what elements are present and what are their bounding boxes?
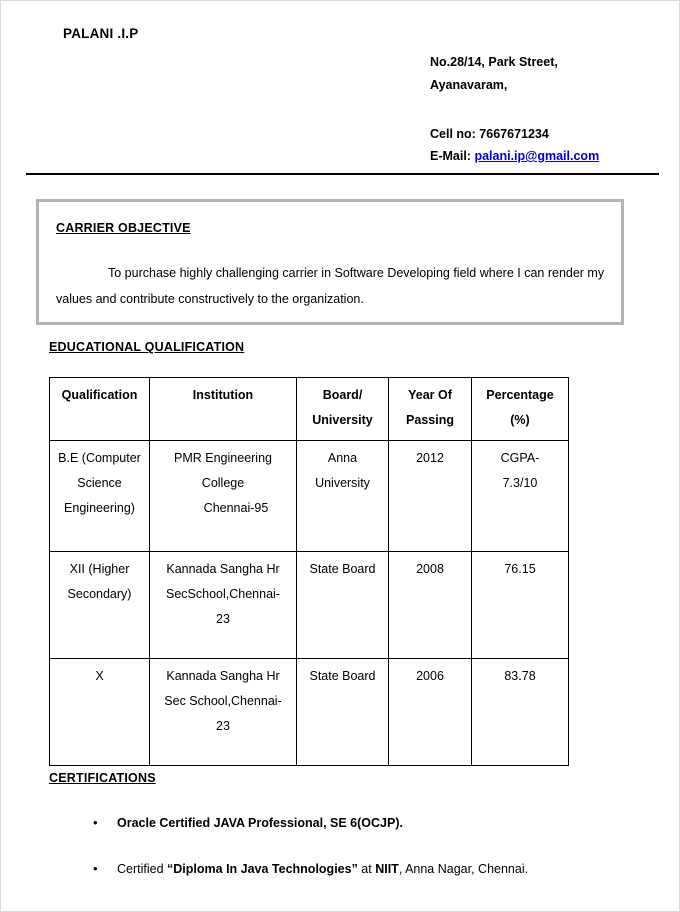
cell-qualification: B.E (Computer Science Engineering) bbox=[49, 440, 150, 552]
header-line: Qualification bbox=[61, 388, 138, 402]
email-label: E-Mail: bbox=[430, 149, 471, 163]
education-table-body: B.E (Computer Science Engineering) PMR E… bbox=[49, 440, 569, 766]
cell-year: 2006 bbox=[388, 658, 472, 766]
resume-page: PALANI .I.P No.28/14, Park Street, Ayana… bbox=[0, 0, 680, 912]
education-table-header: Qualification Institution Board/ Univers… bbox=[49, 377, 569, 441]
header-line: Passing bbox=[406, 413, 454, 427]
cell-board: Anna University bbox=[296, 440, 389, 552]
cell-percentage: CGPA- 7.3/10 bbox=[471, 440, 569, 552]
cell-institution: PMR Engineering College Chennai-95 bbox=[149, 440, 297, 552]
cell-year: 2008 bbox=[388, 551, 472, 659]
bullet-icon: • bbox=[93, 861, 98, 876]
text-segment: at bbox=[357, 862, 376, 876]
certifications-list: • Oracle Certified JAVA Professional, SE… bbox=[93, 813, 613, 905]
carrier-objective-heading: CARRIER OBJECTIVE bbox=[56, 221, 191, 235]
cell-number: Cell no: 7667671234 bbox=[430, 127, 549, 141]
header-line: Institution bbox=[192, 388, 254, 402]
certification-text: Certified “Diploma In Java Technologies”… bbox=[117, 862, 528, 876]
bullet-icon: • bbox=[93, 815, 98, 830]
certification-text: Oracle Certified JAVA Professional, SE 6… bbox=[117, 816, 403, 830]
percentage-line: 7.3/10 bbox=[502, 476, 538, 490]
table-header-row: Qualification Institution Board/ Univers… bbox=[49, 377, 569, 441]
table-row: B.E (Computer Science Engineering) PMR E… bbox=[49, 440, 569, 552]
header-line: University bbox=[312, 413, 373, 427]
educational-qualification-heading: EDUCATIONAL QUALIFICATION bbox=[49, 340, 245, 354]
cell-qualification: XII (Higher Secondary) bbox=[49, 551, 150, 659]
column-header-qualification: Qualification bbox=[49, 377, 150, 441]
cell-qualification: X bbox=[49, 658, 150, 766]
institution-line: SecSchool,Chennai- bbox=[166, 587, 280, 601]
text-segment: NIIT bbox=[375, 862, 399, 876]
cell-board: State Board bbox=[296, 658, 389, 766]
header-line: Year Of bbox=[408, 388, 452, 402]
column-header-board-university: Board/ University bbox=[296, 377, 389, 441]
institution-line: Kannada Sangha Hr bbox=[166, 562, 280, 576]
certifications-heading: CERTIFICATIONS bbox=[49, 771, 156, 785]
percentage-line: CGPA- bbox=[500, 451, 540, 465]
institution-line: PMR Engineering bbox=[174, 451, 272, 465]
cell-year: 2012 bbox=[388, 440, 472, 552]
candidate-name: PALANI .I.P bbox=[63, 26, 139, 41]
institution-line: College bbox=[201, 476, 245, 490]
header-line: Board/ bbox=[322, 388, 363, 402]
carrier-objective-box: CARRIER OBJECTIVE To purchase highly cha… bbox=[36, 199, 624, 325]
cell-percentage: 76.15 bbox=[471, 551, 569, 659]
address-line-2: Ayanavaram, bbox=[430, 78, 508, 92]
column-header-percentage: Percentage (%) bbox=[471, 377, 569, 441]
text-segment: “Diploma In Java Technologies” bbox=[167, 862, 358, 876]
text-segment: Oracle Certified JAVA Professional, SE 6… bbox=[117, 816, 403, 830]
email-row: E-Mail: palani.ip@gmail.com bbox=[430, 145, 599, 167]
table-row: XII (Higher Secondary) Kannada Sangha Hr… bbox=[49, 551, 569, 659]
institution-line: 23 bbox=[216, 719, 230, 733]
cell-institution: Kannada Sangha Hr Sec School,Chennai- 23 bbox=[149, 658, 297, 766]
institution-line: Sec School,Chennai- bbox=[164, 694, 282, 708]
institution-line: Chennai-95 bbox=[203, 501, 269, 515]
institution-line: Kannada Sangha Hr bbox=[166, 669, 280, 683]
address-block: No.28/14, Park Street, Ayanavaram, bbox=[430, 51, 558, 97]
education-table: Qualification Institution Board/ Univers… bbox=[49, 377, 569, 766]
carrier-objective-text: To purchase highly challenging carrier i… bbox=[56, 266, 605, 306]
cell-percentage: 83.78 bbox=[471, 658, 569, 766]
column-header-institution: Institution bbox=[149, 377, 297, 441]
contact-block: Cell no: 7667671234 E-Mail: palani.ip@gm… bbox=[430, 123, 599, 167]
header-line: Percentage bbox=[486, 388, 554, 402]
text-segment: , Anna Nagar, Chennai. bbox=[398, 862, 529, 876]
header-line: (%) bbox=[510, 413, 530, 427]
column-header-year-of-passing: Year Of Passing bbox=[388, 377, 472, 441]
list-item: • Certified “Diploma In Java Technologie… bbox=[93, 859, 613, 879]
header-divider bbox=[26, 173, 659, 175]
table-row: X Kannada Sangha Hr Sec School,Chennai- … bbox=[49, 658, 569, 766]
text-segment: Certified bbox=[117, 862, 168, 876]
institution-line: 23 bbox=[216, 612, 230, 626]
email-link[interactable]: palani.ip@gmail.com bbox=[474, 149, 599, 163]
list-item: • Oracle Certified JAVA Professional, SE… bbox=[93, 813, 613, 833]
cell-institution: Kannada Sangha Hr SecSchool,Chennai- 23 bbox=[149, 551, 297, 659]
address-line-1: No.28/14, Park Street, bbox=[430, 55, 558, 69]
cell-board: State Board bbox=[296, 551, 389, 659]
